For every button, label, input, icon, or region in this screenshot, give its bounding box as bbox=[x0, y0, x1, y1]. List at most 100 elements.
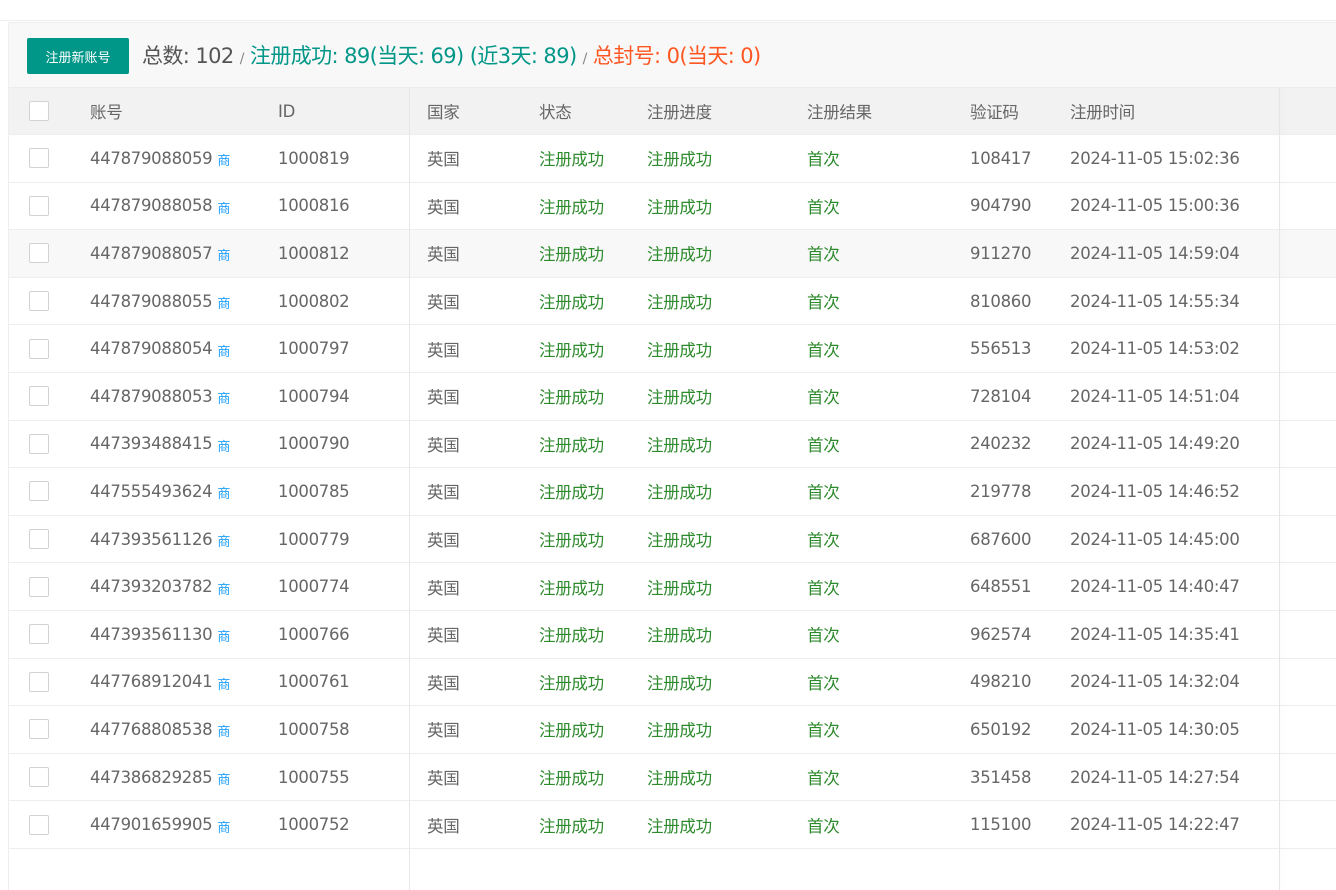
account-number: 447879088059 bbox=[90, 148, 213, 168]
account-cell: 447393561126 商 bbox=[90, 516, 230, 563]
code-cell: 556513 bbox=[970, 339, 1032, 359]
stats-summary: 总数: 102 / 注册成功: 89(当天: 69) (近3天: 89) / 总… bbox=[142, 40, 761, 70]
table-row[interactable]: 447393561126 商 1000779 英国 注册成功 注册成功 首次 687600 20… bbox=[9, 516, 1336, 564]
row-select-cell bbox=[29, 563, 49, 610]
row-checkbox[interactable] bbox=[29, 291, 49, 312]
row-checkbox[interactable] bbox=[29, 433, 49, 454]
row-select-cell bbox=[29, 421, 49, 468]
code-cell: 351458 bbox=[970, 767, 1032, 787]
row-checkbox[interactable] bbox=[29, 386, 49, 407]
code-cell: 240232 bbox=[970, 434, 1032, 454]
row-select-cell bbox=[29, 135, 49, 182]
account-cell: 447386829285 商 bbox=[90, 754, 230, 801]
time-cell: 2024-11-05 14:32:04 bbox=[1070, 672, 1240, 692]
result-cell: 首次 bbox=[807, 816, 840, 836]
fixed-right-column bbox=[1280, 88, 1336, 890]
row-select-cell bbox=[29, 468, 49, 515]
table-row[interactable]: 447393203782 商 1000774 英国 注册成功 注册成功 首次 648551 20… bbox=[9, 563, 1336, 611]
table-row[interactable]: 447879088053 商 1000794 英国 注册成功 注册成功 首次 728104 20… bbox=[9, 373, 1336, 421]
code-cell: 108417 bbox=[970, 148, 1032, 168]
account-panel: 注册新账号 总数: 102 / 注册成功: 89(当天: 69) (近3天: 8… bbox=[8, 22, 1336, 890]
time-cell: 2024-11-05 14:53:02 bbox=[1070, 339, 1240, 359]
header-progress[interactable]: 注册进度 bbox=[647, 88, 712, 134]
time-cell: 2024-11-05 14:59:04 bbox=[1070, 243, 1240, 263]
row-checkbox[interactable] bbox=[29, 338, 49, 359]
account-cell: 447879088053 商 bbox=[90, 373, 230, 420]
time-cell: 2024-11-05 14:27:54 bbox=[1070, 767, 1240, 787]
header-time[interactable]: 注册时间 bbox=[1070, 88, 1135, 134]
progress-cell: 注册成功 bbox=[647, 626, 712, 646]
select-all-checkbox[interactable] bbox=[29, 101, 49, 121]
account-cell: 447768912041 商 bbox=[90, 659, 230, 706]
account-number: 447555493624 bbox=[90, 481, 213, 501]
row-checkbox[interactable] bbox=[29, 671, 49, 692]
header-status[interactable]: 状态 bbox=[539, 88, 572, 134]
code-cell: 650192 bbox=[970, 719, 1032, 739]
row-checkbox[interactable] bbox=[29, 814, 49, 835]
table-row[interactable]: 447879088059 商 1000819 英国 注册成功 注册成功 首次 108417 20… bbox=[9, 135, 1336, 183]
country-cell: 英国 bbox=[427, 578, 460, 598]
result-cell: 首次 bbox=[807, 626, 840, 646]
header-country[interactable]: 国家 bbox=[427, 88, 460, 134]
row-checkbox[interactable] bbox=[29, 767, 49, 788]
code-cell: 687600 bbox=[970, 529, 1032, 549]
table-row[interactable]: 447386829285 商 1000755 英国 注册成功 注册成功 首次 351458 20… bbox=[9, 754, 1336, 802]
result-cell: 首次 bbox=[807, 197, 840, 217]
row-checkbox[interactable] bbox=[29, 243, 49, 264]
header-result[interactable]: 注册结果 bbox=[807, 88, 872, 134]
result-cell: 首次 bbox=[807, 150, 840, 170]
time-cell: 2024-11-05 15:00:36 bbox=[1070, 196, 1240, 216]
code-cell: 911270 bbox=[970, 243, 1032, 263]
progress-cell: 注册成功 bbox=[647, 293, 712, 313]
id-cell: 1000761 bbox=[278, 672, 350, 692]
total-count: 总数: 102 bbox=[142, 44, 234, 68]
table-row[interactable]: 447393561130 商 1000766 英国 注册成功 注册成功 首次 962574 20… bbox=[9, 611, 1336, 659]
row-select-cell bbox=[29, 373, 49, 420]
account-number: 447393561126 bbox=[90, 529, 213, 549]
status-cell: 注册成功 bbox=[539, 673, 604, 693]
table-row[interactable]: 447393488415 商 1000790 英国 注册成功 注册成功 首次 240232 20… bbox=[9, 421, 1336, 469]
business-tag: 商 bbox=[217, 630, 231, 646]
row-checkbox[interactable] bbox=[29, 624, 49, 645]
header-code[interactable]: 验证码 bbox=[970, 88, 1019, 134]
row-checkbox[interactable] bbox=[29, 195, 49, 216]
row-select-cell bbox=[29, 516, 49, 563]
row-checkbox[interactable] bbox=[29, 529, 49, 550]
toolbar: 注册新账号 总数: 102 / 注册成功: 89(当天: 69) (近3天: 8… bbox=[9, 23, 1336, 88]
table-header: 账号 ID 国家 状态 注册进度 注册结果 验证码 注册时间 bbox=[9, 88, 1336, 135]
id-cell: 1000797 bbox=[278, 339, 350, 359]
header-id[interactable]: ID bbox=[278, 88, 295, 134]
result-cell: 首次 bbox=[807, 769, 840, 789]
table-row[interactable]: 447768912041 商 1000761 英国 注册成功 注册成功 首次 498210 20… bbox=[9, 659, 1336, 707]
id-cell: 1000802 bbox=[278, 291, 350, 311]
row-select-cell bbox=[29, 278, 49, 325]
code-cell: 648551 bbox=[970, 577, 1032, 597]
country-cell: 英国 bbox=[427, 340, 460, 360]
id-cell: 1000758 bbox=[278, 719, 350, 739]
row-checkbox[interactable] bbox=[29, 719, 49, 740]
progress-cell: 注册成功 bbox=[647, 531, 712, 551]
table-row[interactable]: 447768808538 商 1000758 英国 注册成功 注册成功 首次 650192 20… bbox=[9, 706, 1336, 754]
register-new-account-button[interactable]: 注册新账号 bbox=[27, 38, 129, 74]
result-cell: 首次 bbox=[807, 531, 840, 551]
table-row[interactable]: 447555493624 商 1000785 英国 注册成功 注册成功 首次 219778 20… bbox=[9, 468, 1336, 516]
business-tag: 商 bbox=[217, 344, 231, 360]
time-cell: 2024-11-05 14:45:00 bbox=[1070, 529, 1240, 549]
progress-cell: 注册成功 bbox=[647, 721, 712, 741]
row-checkbox[interactable] bbox=[29, 481, 49, 502]
table-body: 447879088059 商 1000819 英国 注册成功 注册成功 首次 108417 20… bbox=[9, 135, 1336, 849]
stats-separator: / bbox=[582, 51, 588, 67]
progress-cell: 注册成功 bbox=[647, 816, 712, 836]
row-checkbox[interactable] bbox=[29, 148, 49, 169]
table-row[interactable]: 447879088058 商 1000816 英国 注册成功 注册成功 首次 904790 20… bbox=[9, 183, 1336, 231]
status-cell: 注册成功 bbox=[539, 388, 604, 408]
progress-cell: 注册成功 bbox=[647, 197, 712, 217]
row-select-cell bbox=[29, 325, 49, 372]
country-cell: 英国 bbox=[427, 388, 460, 408]
table-row[interactable]: 447879088055 商 1000802 英国 注册成功 注册成功 首次 810860 20… bbox=[9, 278, 1336, 326]
table-row[interactable]: 447879088054 商 1000797 英国 注册成功 注册成功 首次 556513 20… bbox=[9, 325, 1336, 373]
row-checkbox[interactable] bbox=[29, 576, 49, 597]
table-row[interactable]: 447879088057 商 1000812 英国 注册成功 注册成功 首次 911270 20… bbox=[9, 230, 1336, 278]
header-account[interactable]: 账号 bbox=[90, 88, 123, 134]
table-row[interactable]: 447901659905 商 1000752 英国 注册成功 注册成功 首次 115100 20… bbox=[9, 801, 1336, 849]
